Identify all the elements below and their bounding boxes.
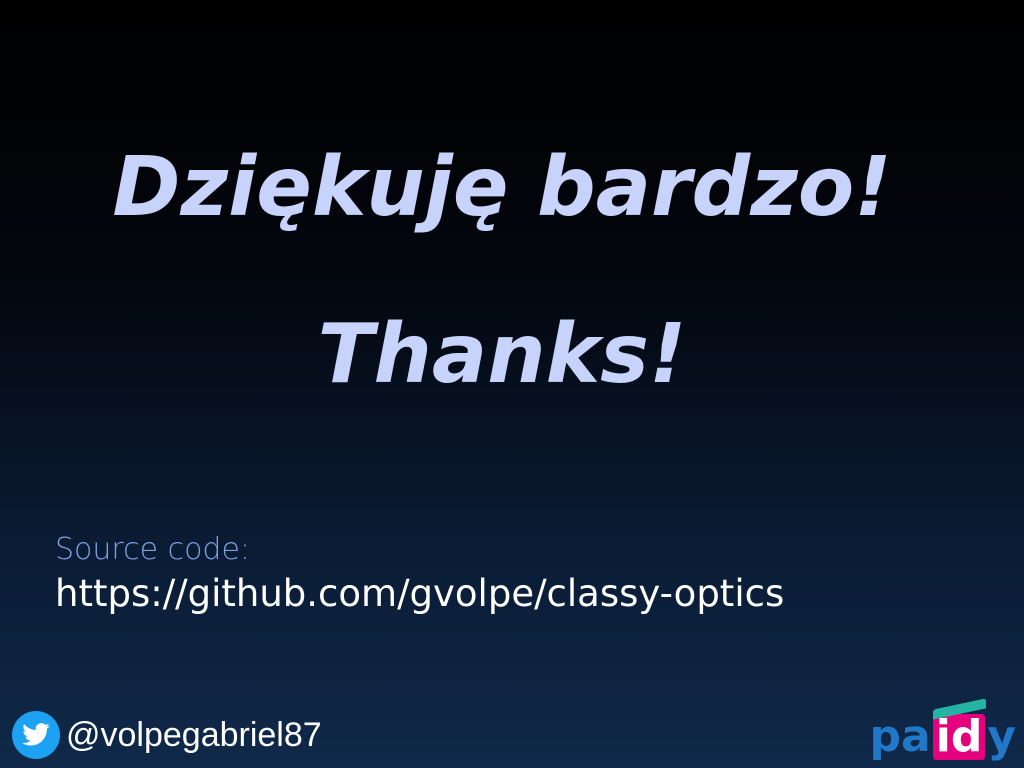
- paidy-logo-id: id: [932, 714, 986, 760]
- source-code-link[interactable]: https://github.com/gvolpe/classy-optics: [55, 572, 784, 616]
- slide-title-english: Thanks!: [317, 307, 687, 402]
- slide-title-polish: Dziękuję bardzo!: [112, 140, 892, 235]
- paidy-logo-pa: pa: [869, 711, 931, 762]
- paidy-logo-y: y: [987, 711, 1016, 762]
- twitter-bird-icon: [12, 711, 60, 759]
- twitter-handle-group: @volpegabriel87: [12, 711, 322, 759]
- twitter-handle-text: @volpegabriel87: [66, 716, 322, 754]
- source-code-label: Source code:: [55, 532, 251, 567]
- paidy-logo: pa id y: [870, 714, 1016, 760]
